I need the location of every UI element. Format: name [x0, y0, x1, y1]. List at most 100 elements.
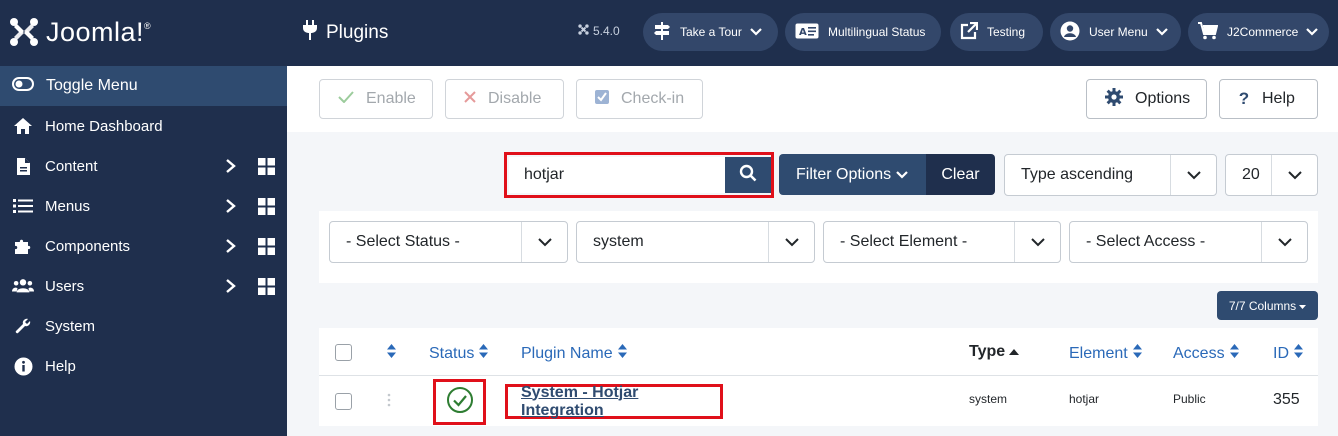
info-icon [12, 357, 34, 376]
toggle-menu-button[interactable]: Toggle Menu [0, 66, 287, 106]
help-button[interactable]: ? Help [1219, 79, 1318, 119]
ordering-sort-icon[interactable] [386, 343, 397, 364]
j2commerce-button[interactable]: J2Commerce [1188, 13, 1329, 51]
sidebar-item-home-dashboard[interactable]: Home Dashboard [0, 106, 287, 146]
published-check-icon[interactable] [446, 386, 474, 419]
dashboard-grid-icon[interactable] [258, 198, 275, 219]
chevron-right-icon[interactable] [224, 278, 238, 298]
search-input[interactable] [509, 157, 725, 193]
toolbar: Enable Disable Check-in Options ? Help [287, 66, 1338, 132]
multilingual-status-button[interactable]: A Multilingual Status [785, 13, 941, 51]
column-access-header[interactable]: Access [1173, 343, 1240, 364]
sidebar: Joomla!® Toggle Menu Home Dashboard Cont… [0, 0, 287, 436]
filter-options-button[interactable]: Filter Options [779, 154, 927, 195]
sidebar-item-menus[interactable]: Menus [0, 186, 287, 226]
sort-icon [1293, 343, 1304, 364]
folder-filter-value: system [593, 233, 644, 250]
plugins-table: Status Plugin Name Type Element Access I… [319, 328, 1318, 426]
wrench-icon [12, 317, 34, 335]
element-filter-value: - Select Element - [840, 233, 968, 250]
help-label: Help [1262, 90, 1295, 107]
clear-label: Clear [941, 165, 980, 183]
take-a-tour-button[interactable]: Take a Tour [643, 13, 778, 51]
joomla-logo[interactable]: Joomla!® [8, 10, 151, 54]
column-element-header[interactable]: Element [1069, 343, 1143, 364]
enable-button[interactable]: Enable [319, 79, 433, 119]
drag-handle-icon[interactable] [387, 393, 391, 412]
status-highlight [433, 379, 486, 425]
column-type-header[interactable]: Type [969, 343, 1020, 361]
column-name-header[interactable]: Plugin Name [521, 343, 628, 364]
table-header: Status Plugin Name Type Element Access I… [319, 328, 1318, 376]
options-button[interactable]: Options [1086, 79, 1207, 119]
sidebar-item-label: Home Dashboard [45, 117, 163, 135]
list-icon [12, 198, 34, 214]
sidebar-item-system[interactable]: System [0, 306, 287, 346]
dashboard-grid-icon[interactable] [258, 238, 275, 259]
sidebar-item-help[interactable]: Help [0, 346, 287, 386]
testing-label: Testing [987, 25, 1026, 39]
column-access-label: Access [1173, 344, 1225, 362]
language-icon: A [795, 23, 819, 42]
columns-toggle-button[interactable]: 7/7 Columns [1217, 291, 1318, 320]
list-limit-select[interactable]: 20 [1225, 154, 1318, 196]
caret-down-icon [1299, 299, 1307, 313]
search-highlight [504, 152, 774, 198]
toggle-icon [12, 76, 34, 96]
dashboard-grid-icon[interactable] [258, 278, 275, 299]
column-id-header[interactable]: ID [1273, 343, 1304, 364]
page-header: Plugins 5.4.0 Take a Tour A Multilingual… [287, 0, 1338, 66]
plugin-name-link[interactable]: System - Hotjar Integration [521, 384, 720, 420]
j2commerce-label: J2Commerce [1227, 25, 1299, 39]
cart-icon [1198, 21, 1219, 43]
dashboard-grid-icon[interactable] [258, 158, 275, 179]
list-limit-value: 20 [1242, 166, 1260, 183]
toggle-menu-label: Toggle Menu [46, 77, 138, 94]
home-icon [12, 117, 34, 135]
folder-filter-select[interactable]: system [576, 221, 815, 263]
search-button[interactable] [725, 157, 771, 193]
sidebar-item-content[interactable]: Content [0, 146, 287, 186]
chevron-right-icon[interactable] [224, 198, 238, 218]
ordering-select[interactable]: Type ascending [1004, 154, 1217, 196]
chevron-down-icon [1306, 25, 1319, 39]
column-element-label: Element [1069, 344, 1128, 362]
sidebar-nav: Home Dashboard Content Menus Components … [0, 106, 287, 386]
sidebar-item-label: Help [45, 357, 76, 375]
status-filter-value: - Select Status - [346, 233, 460, 250]
version-badge: 5.4.0 [578, 24, 620, 38]
clear-button[interactable]: Clear [926, 154, 995, 195]
page-title-text: Plugins [326, 22, 389, 43]
column-name-label: Plugin Name [521, 344, 613, 362]
times-icon [464, 90, 476, 108]
status-filter-select[interactable]: - Select Status - [329, 221, 568, 263]
testing-site-button[interactable]: Testing [950, 13, 1043, 51]
disable-label: Disable [488, 90, 542, 107]
signpost-icon [653, 21, 671, 43]
row-checkbox[interactable] [335, 393, 352, 410]
sidebar-item-users[interactable]: Users [0, 266, 287, 306]
element-filter-select[interactable]: - Select Element - [823, 221, 1061, 263]
sidebar-item-components[interactable]: Components [0, 226, 287, 266]
access-filter-select[interactable]: - Select Access - [1069, 221, 1308, 263]
chevron-down-icon [750, 25, 762, 39]
user-menu-button[interactable]: User Menu [1050, 13, 1181, 51]
column-type-label: Type [969, 343, 1006, 360]
columns-label: 7/7 Columns [1228, 298, 1297, 313]
check-in-button[interactable]: Check-in [576, 79, 703, 119]
select-all-checkbox[interactable] [335, 344, 352, 361]
column-status-header[interactable]: Status [429, 343, 489, 364]
chevron-down-icon [1261, 222, 1307, 262]
plugin-element-cell: hotjar [1069, 392, 1100, 406]
gear-icon [1105, 87, 1123, 111]
user-icon [1060, 21, 1080, 44]
disable-button[interactable]: Disable [445, 79, 564, 119]
sidebar-item-label: Menus [45, 197, 91, 215]
chevron-right-icon[interactable] [224, 158, 238, 178]
options-label: Options [1135, 90, 1191, 107]
search-icon [739, 164, 757, 187]
chevron-down-icon [896, 166, 908, 184]
sort-icon [617, 343, 628, 364]
joomla-logo-icon [10, 18, 38, 46]
chevron-right-icon[interactable] [224, 238, 238, 258]
